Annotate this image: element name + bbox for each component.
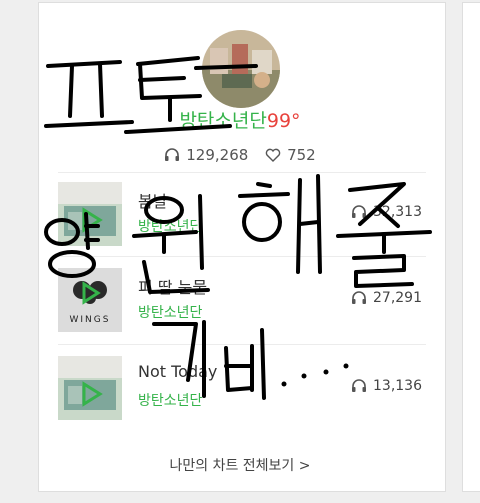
track-play-count: 13,136 <box>351 378 422 394</box>
page: 방탄소년단99° 129,268 752 봄날 방탄소년단 32,313 WIN… <box>0 0 480 503</box>
track-artist[interactable]: 방탄소년단 <box>138 390 202 410</box>
track-artist[interactable]: 방탄소년단 <box>138 302 202 322</box>
track-play-count: 32,313 <box>351 204 422 220</box>
album-thumbnail[interactable]: WINGS <box>58 268 122 332</box>
like-count-stat[interactable]: 752 <box>265 146 316 164</box>
play-count-value: 27,291 <box>373 290 422 306</box>
headphones-icon <box>165 148 180 161</box>
heart-icon <box>265 148 281 162</box>
play-count-stat: 129,268 <box>164 146 248 164</box>
track-row[interactable]: WINGS 피 땀 눈물 방탄소년단 27,291 <box>58 268 426 332</box>
play-count: 129,268 <box>186 146 249 164</box>
you-never-walk-alone-cover-icon <box>58 356 122 420</box>
station-artist-name: 방탄소년단 <box>179 110 267 132</box>
like-count: 752 <box>287 146 316 164</box>
headphones-icon <box>352 205 366 218</box>
station-degree: 99° <box>266 110 301 132</box>
divider <box>58 172 426 173</box>
track-title[interactable]: Not Today <box>138 362 217 381</box>
next-card <box>462 2 480 492</box>
view-full-chart-link[interactable]: 나만의 차트 전체보기 > <box>0 455 480 475</box>
wings-cover-text: WINGS <box>70 315 111 325</box>
track-artist[interactable]: 방탄소년단 <box>138 216 202 236</box>
track-play-count: 27,291 <box>351 290 422 306</box>
station-stats: 129,268 752 <box>0 146 480 166</box>
you-never-walk-alone-cover-icon <box>58 182 122 246</box>
play-count-value: 13,136 <box>373 378 422 394</box>
station-cover-art <box>202 30 280 108</box>
album-thumbnail[interactable] <box>58 356 122 420</box>
track-row[interactable]: Not Today 방탄소년단 13,136 <box>58 356 426 420</box>
track-title[interactable]: 봄날 <box>138 188 167 212</box>
wings-cover-icon: WINGS <box>58 268 122 332</box>
station-title[interactable]: 방탄소년단99° <box>0 106 480 133</box>
headphones-icon <box>352 291 366 304</box>
play-count-value: 32,313 <box>373 204 422 220</box>
track-row[interactable]: 봄날 방탄소년단 32,313 <box>58 182 426 246</box>
station-cover-image[interactable] <box>202 30 280 108</box>
track-title[interactable]: 피 땀 눈물 <box>138 274 207 298</box>
album-thumbnail[interactable] <box>58 182 122 246</box>
divider <box>58 256 426 257</box>
divider <box>58 344 426 345</box>
headphones-icon <box>352 379 366 392</box>
